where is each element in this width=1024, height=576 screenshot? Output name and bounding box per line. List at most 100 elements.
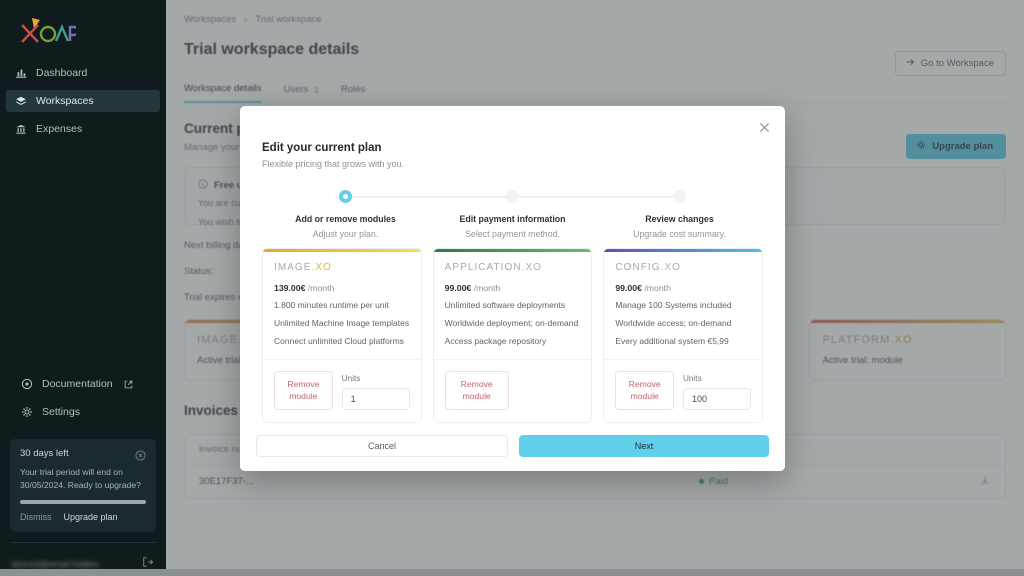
xoap-logo-icon bbox=[21, 18, 76, 43]
os-taskbar bbox=[0, 569, 1024, 576]
trial-actions: Dismiss Upgrade plan bbox=[20, 512, 146, 522]
module-feature: Access package repository bbox=[444, 336, 547, 347]
units-field-group: Units 100 bbox=[683, 374, 752, 411]
sidebar-item-label: Expenses bbox=[36, 123, 83, 135]
sidebar-bottom-nav: Documentation Settings bbox=[0, 367, 166, 429]
step-label: Review changes bbox=[645, 214, 714, 224]
modal-title: Edit your current plan bbox=[262, 142, 382, 154]
module-card-footer: Remove module bbox=[434, 360, 592, 422]
module-feature: Worldwide deployment; on-demand bbox=[444, 318, 579, 329]
module-card-application-xo: APPLICATION.XO 99.00€ /month Unlimited s… bbox=[432, 248, 593, 424]
module-feature: Unlimited Machine Image templates bbox=[274, 318, 410, 329]
module-card-config-xo: CONFIG.XO 99.00€ /month Manage 100 Syste… bbox=[603, 248, 764, 424]
trial-message: Your trial period will end on 30/05/2024… bbox=[20, 467, 141, 490]
module-logo-suffix: .XO bbox=[660, 262, 681, 273]
step-desc: Upgrade cost summary. bbox=[633, 229, 726, 239]
sidebar-item-expenses[interactable]: Expenses bbox=[6, 118, 160, 140]
module-price-amount: 99.00€ bbox=[444, 283, 472, 293]
modal-body: Edit your current plan Flexible pricing … bbox=[240, 106, 785, 424]
sidebar-item-settings[interactable]: Settings bbox=[12, 401, 154, 423]
units-label: Units bbox=[683, 374, 702, 384]
module-logo-name: CONFIG bbox=[615, 262, 661, 273]
step-node-active-icon bbox=[339, 190, 352, 203]
module-price: 99.00€ /month bbox=[615, 283, 751, 293]
module-card-image-xo: IMAGE.XO 139.00€ /month 1.800 minutes ru… bbox=[262, 248, 422, 424]
step-desc: Adjust your plan. bbox=[312, 229, 379, 239]
units-input[interactable]: 1 bbox=[341, 388, 410, 411]
module-feature: Manage 100 Systems included bbox=[615, 300, 732, 310]
sidebar-item-label: Settings bbox=[42, 406, 80, 419]
sidebar-item-label: Dashboard bbox=[36, 67, 88, 79]
bank-icon bbox=[14, 123, 27, 136]
sidebar-item-label: Workspaces bbox=[36, 95, 94, 107]
modal-footer: Cancel Next bbox=[240, 423, 785, 471]
app-root: Dashboard Workspaces Expenses Documentat… bbox=[0, 0, 1024, 576]
remove-module-button[interactable]: Remove module bbox=[615, 371, 675, 411]
module-logo: APPLICATION.XO bbox=[445, 262, 581, 273]
module-logo: IMAGE.XO bbox=[274, 262, 410, 273]
module-price-amount: 139.00€ bbox=[274, 283, 306, 293]
sidebar-nav: Dashboard Workspaces Expenses bbox=[0, 56, 166, 146]
module-card-body: CONFIG.XO 99.00€ /month Manage 100 Syste… bbox=[604, 252, 763, 361]
user-email: blurred@email.hidden bbox=[12, 559, 100, 569]
units-input[interactable]: 100 bbox=[683, 388, 752, 411]
chart-icon bbox=[14, 67, 27, 80]
sidebar-item-label: Documentation bbox=[42, 378, 113, 391]
module-feature: 1.800 minutes runtime per unit bbox=[274, 300, 389, 310]
step-desc: Select payment method. bbox=[465, 229, 560, 239]
modal-subtitle: Flexible pricing that grows with you. bbox=[262, 159, 405, 169]
sidebar-item-workspaces[interactable]: Workspaces bbox=[6, 90, 160, 112]
module-logo-suffix: .XO bbox=[521, 262, 542, 273]
cancel-button[interactable]: Cancel bbox=[256, 435, 508, 457]
trial-banner: 30 days left Your trial period will end … bbox=[10, 439, 156, 532]
trial-header: 30 days left bbox=[20, 448, 146, 461]
module-feature: Worldwide access; on-demand bbox=[615, 318, 732, 329]
book-icon bbox=[20, 378, 33, 391]
next-button[interactable]: Next bbox=[519, 435, 769, 457]
edit-plan-modal: Edit your current plan Flexible pricing … bbox=[240, 106, 785, 471]
module-card-footer: Remove module Units 100 bbox=[604, 360, 762, 422]
close-icon[interactable] bbox=[135, 448, 146, 461]
module-logo-name: IMAGE bbox=[274, 262, 312, 273]
module-price-period: /month bbox=[644, 283, 671, 293]
step-label: Add or remove modules bbox=[295, 214, 396, 224]
module-logo-suffix: .XO bbox=[311, 262, 332, 273]
layers-icon bbox=[14, 95, 27, 108]
step-review-changes[interactable]: Review changes Upgrade cost summary. bbox=[596, 190, 763, 239]
step-node-icon bbox=[506, 190, 519, 203]
module-logo: CONFIG.XO bbox=[615, 262, 751, 273]
sidebar: Dashboard Workspaces Expenses Documentat… bbox=[0, 0, 166, 576]
module-card-footer: Remove module Units 1 bbox=[263, 360, 421, 422]
module-card-body: APPLICATION.XO 99.00€ /month Unlimited s… bbox=[433, 252, 592, 361]
external-link-icon bbox=[122, 378, 135, 391]
module-price-period: /month bbox=[473, 283, 501, 293]
module-feature: Connect unlimited Cloud platforms bbox=[274, 336, 404, 347]
module-price: 99.00€ /month bbox=[445, 283, 581, 293]
module-price: 139.00€ /month bbox=[274, 283, 410, 293]
module-feature: Every additional system €5,99 bbox=[615, 336, 729, 347]
sidebar-item-documentation[interactable]: Documentation bbox=[12, 373, 154, 395]
module-price-amount: 99.00€ bbox=[615, 283, 642, 293]
trial-days-left: 30 days left bbox=[20, 448, 69, 460]
dismiss-button[interactable]: Dismiss bbox=[20, 512, 52, 522]
module-card-body: IMAGE.XO 139.00€ /month 1.800 minutes ru… bbox=[263, 252, 421, 361]
stepper-steps: Add or remove modules Adjust your plan. … bbox=[262, 190, 763, 239]
step-label: Edit payment information bbox=[459, 214, 566, 224]
module-price-period: /month bbox=[307, 283, 335, 293]
remove-module-button[interactable]: Remove module bbox=[444, 371, 509, 411]
remove-module-button[interactable]: Remove module bbox=[274, 371, 333, 411]
step-add-remove-modules[interactable]: Add or remove modules Adjust your plan. bbox=[262, 190, 429, 239]
module-cards: IMAGE.XO 139.00€ /month 1.800 minutes ru… bbox=[262, 248, 764, 424]
step-edit-payment-information[interactable]: Edit payment information Select payment … bbox=[429, 190, 596, 239]
module-feature: Unlimited software deployments bbox=[444, 300, 566, 310]
gear-icon bbox=[20, 406, 33, 419]
app-logo[interactable] bbox=[0, 0, 166, 52]
module-logo-name: APPLICATION bbox=[444, 262, 522, 273]
upgrade-plan-link[interactable]: Upgrade plan bbox=[64, 512, 118, 522]
wizard-stepper: Add or remove modules Adjust your plan. … bbox=[262, 190, 763, 244]
units-field-group: Units 1 bbox=[341, 374, 410, 411]
trial-progress-bar bbox=[20, 500, 146, 504]
close-icon[interactable] bbox=[756, 119, 772, 135]
sidebar-item-dashboard[interactable]: Dashboard bbox=[6, 62, 160, 84]
